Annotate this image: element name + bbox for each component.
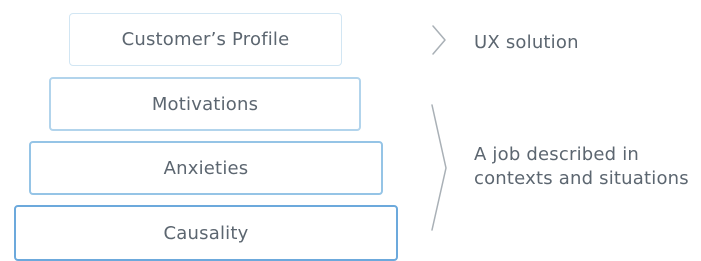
job-description-line-2: contexts and situations <box>474 168 689 189</box>
job-description-label: A job described in contexts and situatio… <box>474 143 699 191</box>
brackets <box>431 25 447 231</box>
ux-solution-chevron <box>432 25 446 55</box>
ux-solution-label: UX solution <box>474 32 579 53</box>
job-bracket <box>431 104 447 231</box>
job-description-line-1: A job described in <box>474 144 640 165</box>
